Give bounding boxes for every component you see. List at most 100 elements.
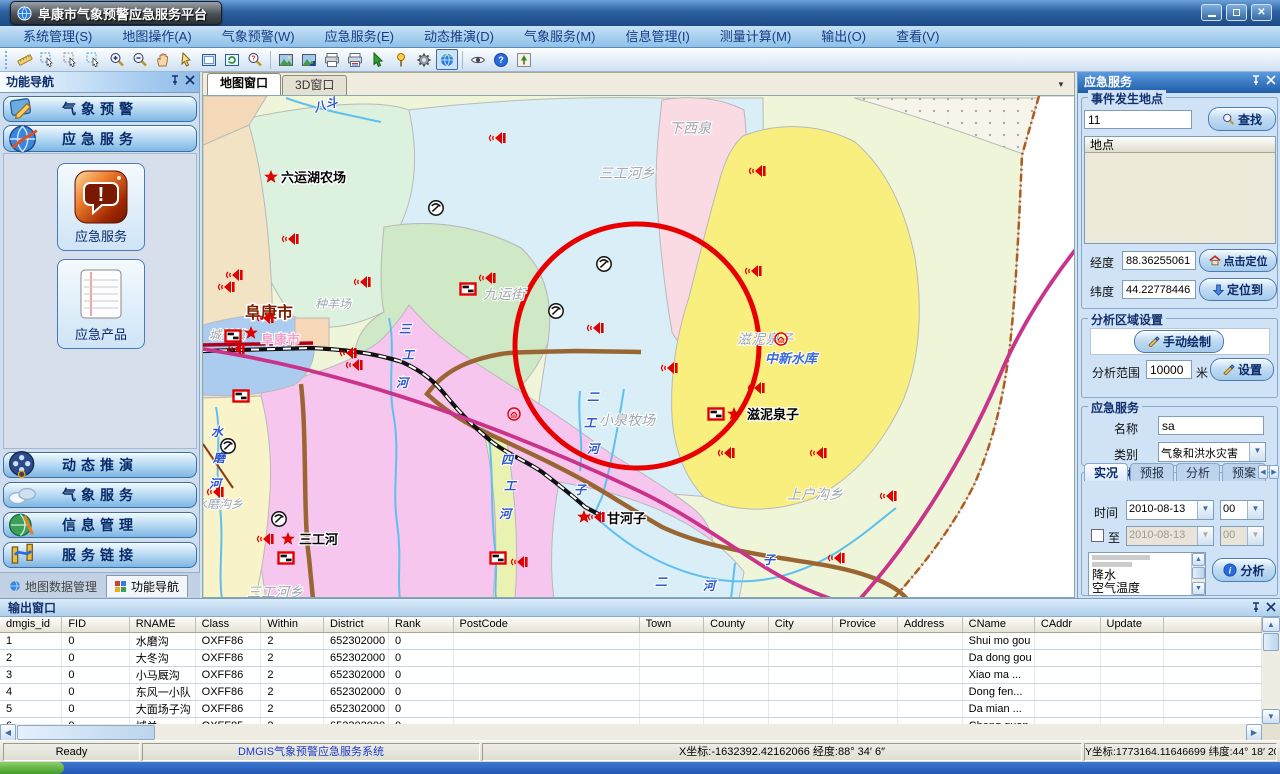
service-type-select[interactable]: 气象和洪水灾害▼ — [1158, 442, 1266, 462]
restore-button[interactable] — [1226, 4, 1247, 21]
menu-item[interactable]: 查看(V) — [881, 26, 954, 48]
help-icon[interactable]: ? — [490, 49, 512, 70]
tab-list-dropdown-icon[interactable]: ▼ — [1053, 77, 1069, 92]
place-pin-icon[interactable] — [390, 49, 412, 70]
globe-3d-icon[interactable] — [436, 49, 458, 70]
analysis-range-input[interactable] — [1146, 360, 1192, 379]
select-pan-icon[interactable] — [83, 49, 105, 70]
menu-item[interactable]: 地图操作(A) — [107, 26, 206, 48]
table-row[interactable]: 60城关OXFF8526523020000Cheng guan — [0, 717, 1262, 724]
sidebar-item-info-management[interactable]: 信息管理 — [3, 512, 197, 538]
scroll-down-icon[interactable]: ▼ — [1262, 709, 1280, 724]
visibility-eye-icon[interactable] — [467, 49, 489, 70]
manual-draw-button[interactable]: 手动绘制 — [1134, 330, 1224, 353]
menu-item[interactable]: 信息管理(I) — [611, 26, 705, 48]
column-header[interactable]: Rank — [388, 617, 453, 632]
toolbar-grip[interactable] — [5, 51, 10, 69]
pin-icon[interactable] — [1251, 602, 1261, 613]
tabs-scroll-right-icon[interactable]: ▶ — [1269, 465, 1279, 479]
date-from-select[interactable]: 2010-08-13▼ — [1126, 500, 1214, 520]
select-zoom-icon[interactable] — [60, 49, 82, 70]
ruler-icon[interactable] — [14, 49, 36, 70]
analyze-button[interactable]: i 分析 — [1212, 558, 1276, 582]
scroll-up-icon[interactable]: ▲ — [1262, 617, 1280, 632]
close-panel-icon[interactable] — [1266, 75, 1276, 86]
set-range-button[interactable]: 设置 — [1210, 358, 1274, 381]
longitude-input[interactable] — [1122, 251, 1196, 270]
map-canvas[interactable]: 八斗六运湖农场三工河乡下西泉九运街阜康市城关镇阜康市种羊场滋泥泉子中新水库滋泥泉… — [202, 95, 1075, 598]
sidebar-item-weather-warning[interactable]: 气象预警 — [3, 96, 197, 122]
menu-item[interactable]: 系统管理(S) — [8, 26, 107, 48]
output-table[interactable]: dmgis_idFIDRNAMEClassWithinDistrictRankP… — [0, 617, 1262, 724]
emergency-service-shortcut[interactable]: ! 应急服务 — [57, 163, 145, 251]
date-to-select[interactable]: 2010-08-13▼ — [1126, 526, 1214, 546]
menu-item[interactable]: 气象预警(W) — [207, 26, 310, 48]
sidebar-item-emergency-service[interactable]: 应急服务 — [3, 125, 197, 152]
column-header[interactable]: PostCode — [453, 617, 639, 632]
identify-icon[interactable]: ? — [244, 49, 266, 70]
menu-item[interactable]: 气象服务(M) — [509, 26, 611, 48]
service-tab[interactable]: 实况 — [1084, 463, 1128, 481]
scroll-thumb[interactable] — [17, 725, 155, 740]
refresh-view-icon[interactable] — [221, 49, 243, 70]
hour-from-select[interactable]: 00▼ — [1220, 500, 1264, 520]
zoom-in-icon[interactable] — [106, 49, 128, 70]
output-horizontal-scrollbar[interactable]: ◀ ▶ — [0, 724, 1262, 741]
pointer-icon[interactable] — [175, 49, 197, 70]
location-list-header[interactable]: 地点 — [1085, 137, 1275, 153]
output-vertical-scrollbar[interactable]: ▲ ▼ — [1262, 617, 1280, 724]
tab-3d-window[interactable]: 3D窗口 — [282, 75, 347, 95]
column-header[interactable]: CName — [962, 617, 1034, 632]
latitude-input[interactable] — [1122, 280, 1196, 299]
settings-gear-icon[interactable] — [413, 49, 435, 70]
hour-to-select[interactable]: 00▼ — [1220, 526, 1264, 546]
to-checkbox[interactable] — [1091, 529, 1104, 542]
list-scroll-thumb[interactable] — [1192, 567, 1205, 579]
column-header[interactable]: Class — [195, 617, 261, 632]
column-header[interactable]: FID — [62, 617, 129, 632]
column-header[interactable]: RNAME — [129, 617, 195, 632]
table-row[interactable]: 20大冬沟OXFF8626523020000Da dong gou — [0, 649, 1262, 666]
tab-map-window[interactable]: 地图窗口 — [207, 73, 281, 95]
select-copy-icon[interactable] — [37, 49, 59, 70]
full-extent-icon[interactable] — [198, 49, 220, 70]
menu-item[interactable]: 动态推演(D) — [409, 26, 509, 48]
close-panel-icon[interactable] — [1266, 602, 1276, 613]
column-header[interactable]: Address — [897, 617, 962, 632]
emergency-product-shortcut[interactable]: 应急产品 — [57, 259, 145, 349]
layer-image-icon[interactable] — [275, 49, 297, 70]
menu-item[interactable]: 输出(O) — [806, 26, 881, 48]
scroll-right-icon[interactable]: ▶ — [1246, 724, 1262, 741]
column-header[interactable]: Provice — [833, 617, 898, 632]
export-image-icon[interactable] — [298, 49, 320, 70]
tab-map-data-management[interactable]: 地图数据管理 — [0, 575, 106, 597]
tab-function-nav[interactable]: 功能导航 — [106, 575, 188, 597]
analysis-item-list[interactable]: 降水空气温度 ▲ ▼ — [1088, 552, 1206, 596]
locate-to-button[interactable]: 定位到 — [1199, 278, 1277, 301]
pin-icon[interactable] — [170, 75, 180, 86]
scroll-thumb[interactable] — [1263, 633, 1279, 651]
location-result-list[interactable]: 地点 — [1084, 136, 1276, 244]
menu-item[interactable]: 测量计算(M) — [705, 26, 807, 48]
column-header[interactable]: County — [704, 617, 769, 632]
table-row[interactable]: 40东风一小队OXFF8626523020000Dong fen... — [0, 683, 1262, 700]
minimize-button[interactable] — [1201, 4, 1222, 21]
click-locate-button[interactable]: 点击定位 — [1199, 249, 1277, 272]
column-header[interactable]: Within — [261, 617, 324, 632]
service-name-input[interactable] — [1158, 416, 1264, 435]
zoom-out-icon[interactable] — [129, 49, 151, 70]
close-button[interactable]: ✕ — [1251, 4, 1272, 21]
table-row[interactable]: 30小马厩沟OXFF8626523020000Xiao ma ... — [0, 666, 1262, 683]
menu-item[interactable]: 应急服务(E) — [310, 26, 409, 48]
printer-color-icon[interactable] — [344, 49, 366, 70]
sidebar-item-dynamic-deduction[interactable]: 动态推演 — [3, 452, 197, 478]
service-tab[interactable]: 预报 — [1130, 463, 1174, 481]
list-scroll-down-icon[interactable]: ▼ — [1192, 582, 1205, 595]
pan-hand-icon[interactable] — [152, 49, 174, 70]
pin-icon[interactable] — [1251, 75, 1261, 86]
sidebar-item-service-links[interactable]: 服务链接 — [3, 542, 197, 568]
table-row[interactable]: 50大面场子沟OXFF8626523020000Da mian ... — [0, 700, 1262, 717]
sidebar-item-weather-service[interactable]: 气象服务 — [3, 482, 197, 508]
service-tab[interactable]: 分析 — [1176, 463, 1220, 481]
close-panel-icon[interactable] — [185, 75, 195, 86]
